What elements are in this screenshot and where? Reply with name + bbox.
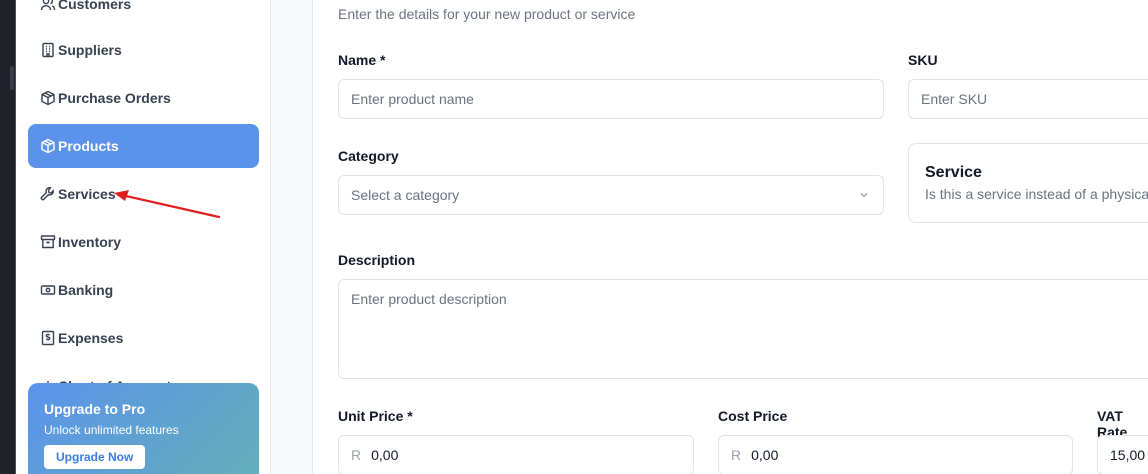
unit-price-value: 0,00 [371, 447, 399, 463]
name-label: Name * [338, 52, 386, 68]
cost-price-value: 0,00 [751, 447, 779, 463]
sidebar-item-label: Services [58, 186, 116, 202]
description-label: Description [338, 252, 416, 268]
form-subtitle: Enter the details for your new product o… [338, 6, 636, 22]
wrench-icon [40, 187, 54, 201]
banknote-icon [40, 285, 56, 295]
sku-label: SKU [908, 52, 938, 68]
sidebar: Customers Suppliers Purchase Orders Prod… [16, 0, 271, 474]
currency-prefix: R [731, 447, 742, 463]
receipt-icon [41, 330, 55, 346]
promo-subtitle: Unlock unlimited features [44, 423, 179, 437]
vat-rate-value: 15,00 [1110, 447, 1146, 463]
sidebar-item-label: Inventory [58, 234, 122, 250]
sidebar-item-label: Expenses [58, 330, 124, 346]
sidebar-item-customers[interactable]: Customers [28, 0, 259, 26]
service-toggle-card[interactable]: Service Is this a service instead of a p… [908, 143, 1148, 223]
chevron-down-icon [860, 193, 868, 198]
name-input[interactable]: Enter product name [338, 79, 884, 119]
sidebar-item-purchase-orders[interactable]: Purchase Orders [28, 76, 259, 120]
currency-prefix: R [351, 447, 362, 463]
sidebar-item-suppliers[interactable]: Suppliers [28, 28, 259, 72]
cost-price-label: Cost Price [718, 408, 788, 424]
description-placeholder: Enter product description [351, 291, 507, 307]
category-label: Category [338, 148, 399, 164]
package-icon [41, 90, 55, 106]
archive-icon [40, 235, 56, 249]
sku-placeholder: Enter SKU [921, 91, 988, 107]
sku-input[interactable]: Enter SKU [908, 79, 1148, 119]
building-icon [42, 42, 54, 58]
sidebar-item-products[interactable]: Products [28, 124, 259, 168]
promo-title: Upgrade to Pro [44, 401, 146, 417]
sidebar-item-label: Banking [58, 282, 114, 298]
scroll-handle[interactable] [10, 66, 14, 90]
category-placeholder: Select a category [351, 187, 460, 203]
users-icon [40, 0, 56, 11]
sidebar-item-banking[interactable]: Banking [28, 268, 259, 312]
sidebar-item-label: Suppliers [58, 42, 122, 58]
sidebar-item-services[interactable]: Services [28, 172, 259, 216]
product-form: Enter the details for your new product o… [312, 0, 1148, 474]
unit-price-input[interactable]: R 0,00 [338, 435, 694, 474]
sidebar-item-expenses[interactable]: Expenses [28, 316, 259, 360]
upgrade-promo-card: Upgrade to Pro Unlock unlimited features… [28, 383, 259, 474]
category-select[interactable]: Select a category [338, 175, 884, 215]
service-title: Service [925, 164, 982, 181]
package-icon [41, 138, 55, 154]
sidebar-item-label: Customers [58, 0, 132, 12]
sidebar-item-inventory[interactable]: Inventory [28, 220, 259, 264]
upgrade-now-button[interactable]: Upgrade Now [44, 445, 146, 469]
vat-rate-input[interactable]: 15,00 [1097, 435, 1148, 474]
description-textarea[interactable]: Enter product description [338, 279, 1148, 379]
name-placeholder: Enter product name [351, 91, 474, 107]
unit-price-label: Unit Price * [338, 408, 413, 424]
window-edge [0, 0, 16, 474]
sidebar-item-label: Purchase Orders [58, 90, 171, 106]
sidebar-item-label: Products [58, 138, 119, 154]
cost-price-input[interactable]: R 0,00 [718, 435, 1073, 474]
service-description: Is this a service instead of a physical … [925, 186, 1148, 202]
